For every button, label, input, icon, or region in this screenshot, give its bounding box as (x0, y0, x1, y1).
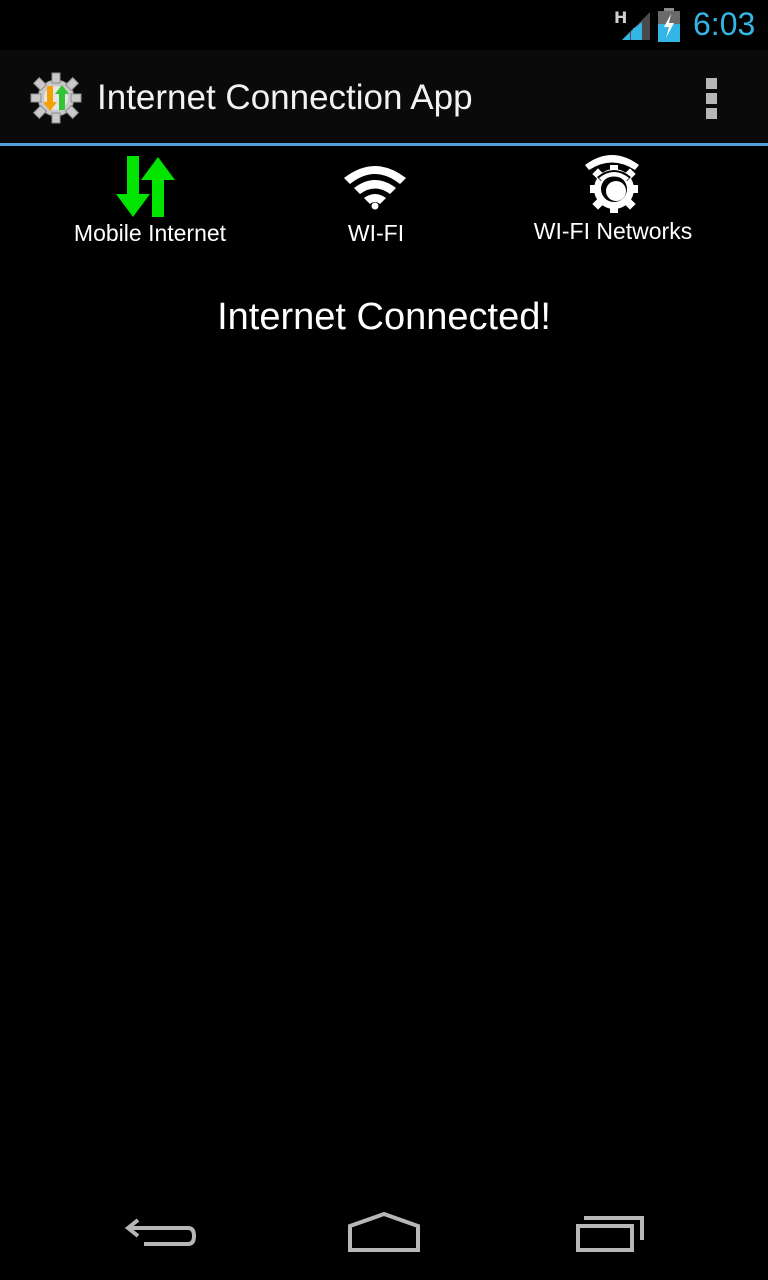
tab-label-wifi: WI-FI (347, 220, 405, 246)
wifi-settings-icon (585, 155, 639, 213)
screen: H 6:03 Internet Connection App Mobile In… (0, 0, 768, 1280)
tab-wifi[interactable]: WI-FI (300, 150, 452, 250)
tab-mobile-internet[interactable]: Mobile Internet (50, 150, 250, 250)
app-title: Internet Connection App (97, 78, 473, 117)
clock: 6:03 (693, 6, 756, 42)
signal-strength-icon (622, 12, 650, 40)
wifi-icon (344, 166, 406, 210)
recent-apps-button[interactable] (574, 1206, 694, 1262)
gear-arrows-icon (30, 72, 82, 124)
tab-wifi-networks[interactable]: WI-FI Networks (515, 150, 711, 250)
overflow-dot (706, 108, 717, 119)
mobile-data-arrows-icon (116, 156, 175, 217)
connection-status-message: Internet Connected! (217, 296, 551, 338)
recent-apps-icon (576, 1216, 644, 1252)
back-icon (124, 1218, 197, 1246)
overflow-dot (706, 78, 717, 89)
action-bar: Internet Connection App (0, 50, 768, 146)
overflow-menu-icon[interactable] (696, 76, 728, 120)
overflow-dot (706, 93, 717, 104)
navigation-bar (0, 1186, 768, 1280)
battery-charging-icon (658, 8, 680, 42)
home-icon (348, 1211, 420, 1252)
back-button[interactable] (114, 1206, 234, 1262)
action-bar-divider (0, 143, 768, 146)
home-button[interactable] (344, 1206, 464, 1262)
status-bar: H 6:03 (0, 0, 768, 50)
tab-label-mobile-internet: Mobile Internet (73, 220, 227, 246)
tab-label-wifi-networks: WI-FI Networks (533, 218, 693, 244)
